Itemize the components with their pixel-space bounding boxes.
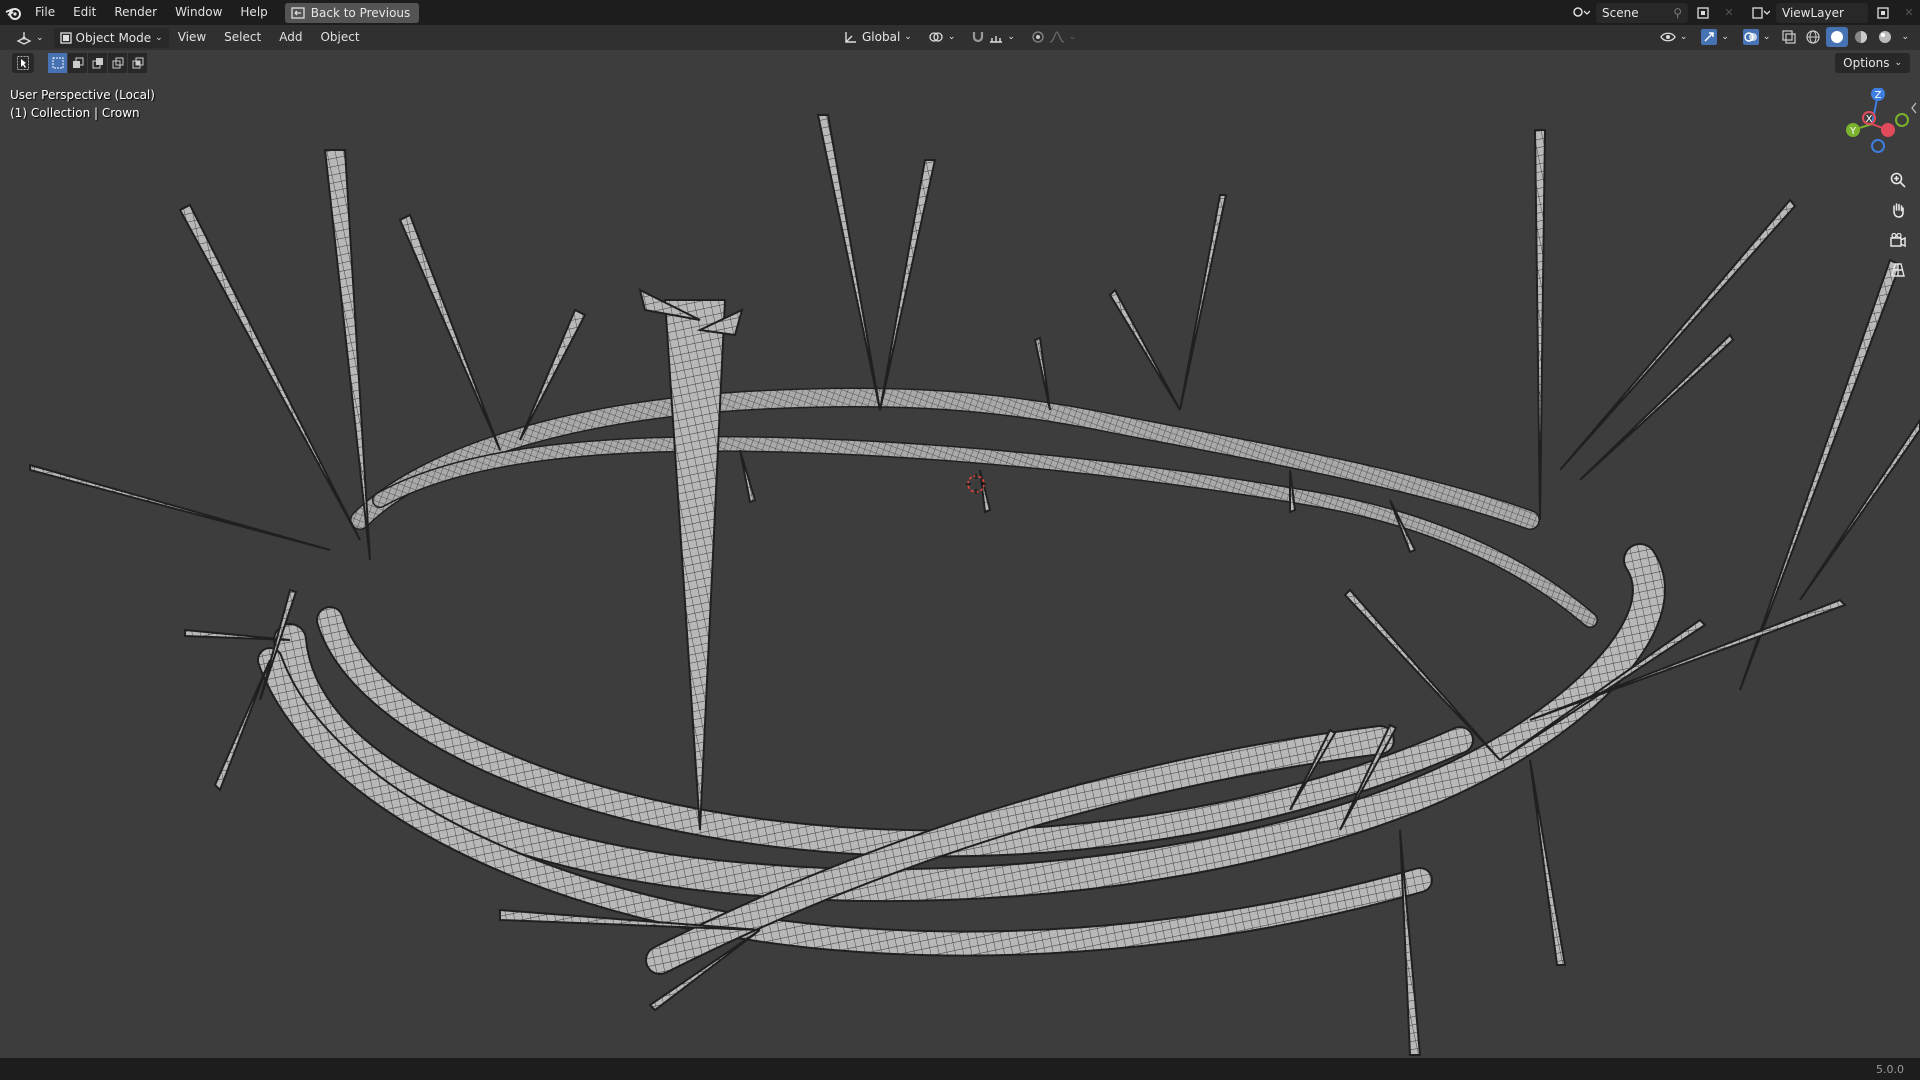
mode-label: Object Mode <box>75 30 152 45</box>
zoom-button[interactable] <box>1886 168 1910 192</box>
back-to-previous-button[interactable]: Back to Previous <box>284 2 420 23</box>
transform-tools: Global ⌄ ⌄ ⌄ ⌄ <box>838 27 1082 47</box>
hand-icon <box>1893 203 1904 218</box>
proportional-editing-icon <box>1032 31 1044 43</box>
pan-button[interactable] <box>1886 198 1910 222</box>
gizmo-icon <box>1701 29 1718 45</box>
zoom-icon <box>1890 172 1906 188</box>
top-menu-bar: File Edit Render Window Help Back to Pre… <box>0 0 1920 25</box>
camera-icon <box>1890 232 1906 248</box>
crown-mesh[interactable] <box>29 114 1920 1056</box>
pivot-point-dropdown[interactable]: ⌄ <box>922 27 962 47</box>
pivot-icon <box>929 32 943 42</box>
3d-cursor-icon <box>966 474 986 494</box>
view-layer-name: ViewLayer <box>1782 5 1844 20</box>
new-scene-icon[interactable] <box>1692 3 1714 23</box>
scene-browse-icon[interactable] <box>1570 3 1592 23</box>
chevron-down-icon: ⌄ <box>155 32 163 43</box>
version-label: 5.0.0 <box>1876 1062 1904 1076</box>
xray-toggle[interactable] <box>1778 27 1800 47</box>
view-layer-browse-icon[interactable] <box>1750 3 1772 23</box>
menu-edit[interactable]: Edit <box>64 0 105 25</box>
menu-render[interactable]: Render <box>105 0 166 25</box>
proportional-editing-toggle[interactable]: ⌄ <box>1025 27 1083 47</box>
neg-y-axis-icon[interactable] <box>1895 113 1909 127</box>
shading-rendered[interactable] <box>1874 27 1896 47</box>
wireframe-shading-icon <box>1806 30 1821 44</box>
object-mode-icon <box>59 31 72 44</box>
x-axis-icon[interactable] <box>1881 123 1895 137</box>
menu-select[interactable]: Select <box>215 25 270 50</box>
grid-icon <box>1891 263 1905 277</box>
remove-view-layer-icon[interactable]: ✕ <box>1898 3 1920 23</box>
sidebar-toggle-icon[interactable] <box>1910 102 1918 114</box>
overlays-toggle[interactable]: ⌄ <box>1737 27 1777 47</box>
mode-dropdown[interactable]: Object Mode ⌄ <box>53 27 169 48</box>
orientation-label: Global <box>862 30 901 44</box>
viewport-canvas[interactable] <box>0 50 1920 1058</box>
menu-help[interactable]: Help <box>231 0 276 25</box>
x-axis-label: X <box>1866 114 1873 125</box>
snap-increment-icon <box>990 36 1003 43</box>
y-axis-label: Y <box>1849 126 1857 137</box>
navigation-buttons <box>1886 168 1910 282</box>
navigation-gizmo[interactable]: Z X Y <box>1840 88 1910 168</box>
gizmo-toggle[interactable]: ⌄ <box>1695 27 1735 47</box>
editor-type-dropdown[interactable]: ⌄ <box>10 28 50 48</box>
perspective-label: User Perspective (Local) <box>10 88 155 102</box>
shading-material[interactable] <box>1850 27 1872 47</box>
material-shading-icon <box>1855 31 1868 43</box>
shading-wireframe[interactable] <box>1802 27 1824 47</box>
collection-label: (1) Collection | Crown <box>10 106 140 120</box>
rendered-shading-icon <box>1879 31 1892 43</box>
z-axis-label: Z <box>1875 90 1882 101</box>
toggle-ortho-button[interactable] <box>1886 258 1910 282</box>
xray-icon <box>1782 30 1797 44</box>
pin-icon[interactable]: ⚲ <box>1673 6 1682 20</box>
remove-scene-icon[interactable]: ✕ <box>1718 3 1740 23</box>
viewport-display-tools: ⌄ ⌄ ⌄ ⌄ <box>1654 27 1912 47</box>
snap-toggle[interactable]: ⌄ <box>965 27 1021 47</box>
camera-view-button[interactable] <box>1886 228 1910 252</box>
view-layer-field[interactable]: ViewLayer <box>1776 2 1868 23</box>
visibility-dropdown[interactable]: ⌄ <box>1654 27 1694 47</box>
menu-add[interactable]: Add <box>270 25 311 50</box>
viewport-info: User Perspective (Local) (1) Collection … <box>10 86 155 122</box>
3d-viewport-icon <box>16 31 32 45</box>
overlays-icon <box>1742 29 1759 45</box>
menu-file[interactable]: File <box>26 0 64 25</box>
scene-controls: Scene ⚲ ✕ ViewLayer ✕ <box>1570 0 1920 25</box>
blender-logo-icon[interactable] <box>0 0 26 25</box>
menu-object[interactable]: Object <box>311 25 368 50</box>
shading-solid[interactable] <box>1826 27 1849 47</box>
magnet-icon <box>973 32 984 43</box>
status-bar: 5.0.0 <box>0 1058 1920 1080</box>
shading-options-dropdown[interactable]: ⌄ <box>1898 32 1912 42</box>
eye-filter-icon <box>1660 32 1676 42</box>
screen-back-icon <box>291 6 305 19</box>
new-view-layer-icon[interactable] <box>1872 3 1894 23</box>
back-button-label: Back to Previous <box>310 5 411 20</box>
falloff-icon <box>1049 31 1065 43</box>
transform-orientation-dropdown[interactable]: Global ⌄ <box>838 27 918 47</box>
menu-view[interactable]: View <box>169 25 215 50</box>
menu-window[interactable]: Window <box>166 0 231 25</box>
neg-z-axis-icon[interactable] <box>1871 139 1885 153</box>
scene-name: Scene <box>1602 5 1639 20</box>
scene-name-field[interactable]: Scene ⚲ <box>1596 2 1688 23</box>
orientation-icon <box>845 32 856 43</box>
solid-shading-icon <box>1831 31 1844 43</box>
